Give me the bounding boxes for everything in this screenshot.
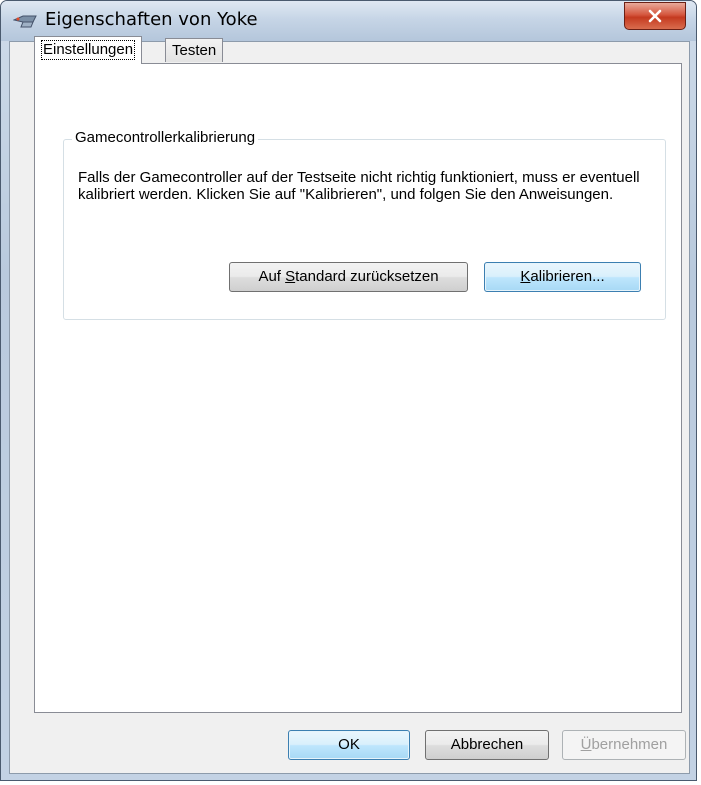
window-title: Eigenschaften von Yoke: [45, 9, 258, 30]
game-controller-icon: [13, 15, 37, 28]
ok-button[interactable]: OK: [288, 730, 410, 760]
tab-panel-settings: Gamecontrollerkalibrierung Falls der Gam…: [34, 63, 682, 713]
tab-label: Einstellungen: [41, 40, 136, 60]
close-button[interactable]: [624, 2, 686, 30]
calibrate-button[interactable]: Kalibrieren...: [484, 262, 641, 292]
tab-label: Testen: [172, 42, 217, 59]
tab-einstellungen[interactable]: Einstellungen: [34, 36, 143, 64]
reset-to-default-button[interactable]: Auf Standard zurücksetzen: [229, 262, 468, 292]
tab-testen[interactable]: Testen: [165, 38, 224, 62]
close-icon: [648, 9, 662, 23]
calibration-groupbox: Gamecontrollerkalibrierung Falls der Gam…: [63, 129, 666, 320]
groupbox-title: Gamecontrollerkalibrierung: [72, 129, 259, 146]
cancel-button[interactable]: Abbrechen: [425, 730, 549, 760]
title-bar[interactable]: Eigenschaften von Yoke: [1, 1, 696, 41]
calibration-description: Falls der Gamecontroller auf der Testsei…: [78, 169, 640, 203]
apply-button[interactable]: Übernehmen: [562, 730, 686, 760]
